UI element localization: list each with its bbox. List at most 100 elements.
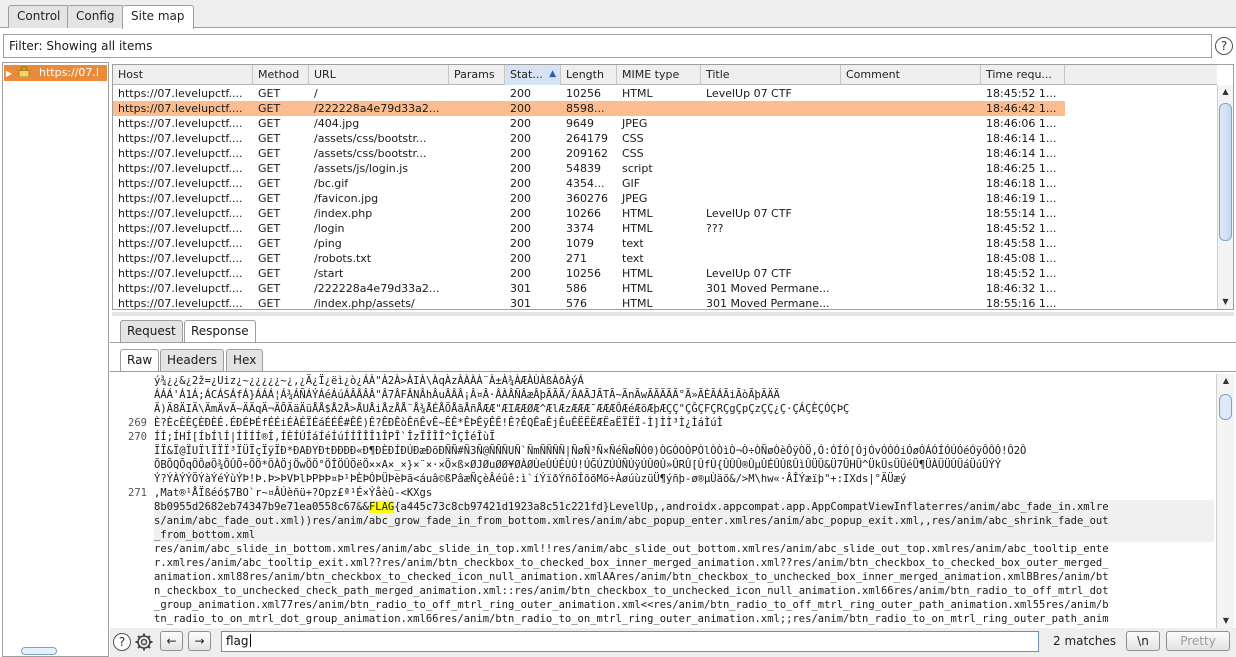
tab-config[interactable]: Config <box>67 5 124 28</box>
scrollbar-thumb[interactable] <box>1219 103 1232 241</box>
cell-mime-type: script <box>622 162 653 175</box>
cell-length: 271 <box>566 252 587 265</box>
table-row[interactable]: https://07.levelupctf.... GET/assets/css/… <box>113 131 1065 146</box>
cell-params <box>449 116 505 131</box>
cell-title <box>701 131 841 146</box>
pane-splitter[interactable] <box>112 312 1234 316</box>
tab-headers[interactable]: Headers <box>160 349 224 371</box>
cell-title: 301 Moved Permane... <box>706 297 830 310</box>
column-header-status[interactable]: Stat... ▲ <box>505 65 561 85</box>
tab-hex[interactable]: Hex <box>226 349 264 371</box>
back-button[interactable]: ← <box>160 631 183 651</box>
response-raw-viewer[interactable]: 269 270 271 ý¾¿¿&¿2ž=¿Uiz¿~¿¿¿¿¿~¿,¿Ä¿Ï¿ëì… <box>110 374 1216 628</box>
cell-method: GET <box>258 162 281 175</box>
cell-status: 200 <box>510 207 531 220</box>
response-text: r.xmlres/anim/abc_tooltip_exit.xml??res/… <box>154 557 1109 569</box>
cell-length: 10256 <box>566 87 601 100</box>
table-row[interactable]: https://07.levelupctf.... GET/222228a4e79… <box>113 101 1065 116</box>
response-line: ý¾¿¿&¿2ž=¿Uiz¿~¿¿¿¿¿~¿,¿Ä¿Ï¿ëì¿ò¿ÁÀ"À2À>… <box>154 374 1214 388</box>
cell-host: https://07.levelupctf.... <box>118 162 243 175</box>
table-row[interactable]: https://07.levelupctf.... GET/index.php/a… <box>113 296 1065 310</box>
cell-time-requested: 18:45:52 1... <box>986 267 1057 280</box>
cell-mime-type: CSS <box>622 132 644 145</box>
table-row[interactable]: https://07.levelupctf.... GET/start 200 102… <box>113 266 1065 281</box>
table-vertical-scrollbar[interactable]: ▲ ▼ <box>1217 85 1233 309</box>
table-row[interactable]: https://07.levelupctf.... GET/222228a4e79… <box>113 281 1065 296</box>
expand-arrow-icon[interactable]: ▶ <box>4 66 14 81</box>
table-row[interactable]: https://07.levelupctf.... GET/index.php 20… <box>113 206 1065 221</box>
cell-method: GET <box>258 87 281 100</box>
scroll-up-icon[interactable]: ▲ <box>1218 374 1234 388</box>
table-row[interactable]: https://07.levelupctf.... GET/assets/js/l… <box>113 161 1065 176</box>
tree-item-host[interactable]: ▶ https://07.l <box>4 65 107 81</box>
response-vertical-scrollbar[interactable]: ▲ ▼ <box>1216 374 1234 628</box>
cell-status: 200 <box>510 237 531 250</box>
response-line: Ý?ÝÀÝÝÕÝàÝéÝùÝÞ!Þ.Þ>ÞVÞlÞPÞÞ¤Þ¹ÞÈÞÓÞÜÞèÞ… <box>154 472 1214 486</box>
response-line: r.xmlres/anim/abc_tooltip_exit.xml??res/… <box>154 556 1214 570</box>
scroll-down-icon[interactable]: ▼ <box>1218 295 1233 309</box>
help-icon[interactable]: ? <box>113 633 131 651</box>
cell-url: /robots.txt <box>314 252 372 265</box>
cell-host: https://07.levelupctf.... <box>118 177 243 190</box>
column-header-url[interactable]: URL <box>309 65 449 85</box>
column-header-mime-type[interactable]: MIME type <box>617 65 701 85</box>
column-header-time-requested[interactable]: Time requ... <box>981 65 1065 85</box>
cell-mime-type: JPEG <box>622 117 648 130</box>
tree-horizontal-scrollbar[interactable] <box>21 647 57 655</box>
response-text: ,Mat®¹ÅÏßéó$7BO`r~¤ÂÚèñü+?Opz£ª¹É×Ýåèû-<… <box>154 487 433 499</box>
cell-comment <box>841 266 981 281</box>
cell-time-requested: 18:46:14 1... <box>986 147 1057 160</box>
scroll-down-icon[interactable]: ▼ <box>1218 614 1234 628</box>
table-row[interactable]: https://07.levelupctf.... GET / 200 10256 HTM… <box>113 86 1065 101</box>
cell-method: GET <box>258 222 281 235</box>
table-row[interactable]: https://07.levelupctf.... GET/bc.gif 200 43… <box>113 176 1065 191</box>
scroll-up-icon[interactable]: ▲ <box>1218 85 1233 99</box>
tab-control[interactable]: Control <box>8 5 70 28</box>
pretty-button[interactable]: Pretty <box>1166 631 1230 651</box>
table-row[interactable]: https://07.levelupctf.... GET/404.jpg 200 9… <box>113 116 1065 131</box>
cell-comment <box>841 116 981 131</box>
cell-time-requested: 18:46:42 1... <box>986 102 1057 115</box>
response-line: n_checkbox_to_unchecked_check_path_merge… <box>154 584 1214 598</box>
tab-request[interactable]: Request <box>120 320 183 342</box>
tab-response[interactable]: Response <box>184 320 256 342</box>
cell-url: /assets/css/bootstr... <box>314 132 427 145</box>
cell-comment <box>841 176 981 191</box>
scrollbar-thumb[interactable] <box>1219 394 1232 420</box>
cell-time-requested: 18:46:25 1... <box>986 162 1057 175</box>
newline-toggle-button[interactable]: \n <box>1126 631 1160 651</box>
cell-comment <box>841 281 981 296</box>
table-row[interactable]: https://07.levelupctf.... GET/robots.txt 2… <box>113 251 1065 266</box>
response-text: _group_animation.xml77res/anim/btn_radio… <box>154 599 1109 611</box>
table-row[interactable]: https://07.levelupctf.... GET/favicon.jpg… <box>113 191 1065 206</box>
cell-comment <box>841 146 981 161</box>
column-header-host[interactable]: Host <box>113 65 253 85</box>
tab-site-map[interactable]: Site map <box>122 5 194 29</box>
cell-method: GET <box>258 102 281 115</box>
tab-raw[interactable]: Raw <box>120 349 160 371</box>
table-row[interactable]: https://07.levelupctf.... GET/assets/css/… <box>113 146 1065 161</box>
table-header: Host Method URL Params Stat... ▲ Length … <box>113 65 1217 85</box>
cell-params <box>449 296 505 309</box>
search-input-value: flag <box>226 634 249 648</box>
column-header-title[interactable]: Title <box>701 65 841 85</box>
cell-length: 8598... <box>566 102 605 115</box>
search-input[interactable]: flag <box>221 631 1039 652</box>
table-row[interactable]: https://07.levelupctf.... GET/ping 200 1079… <box>113 236 1065 251</box>
column-header-length[interactable]: Length <box>561 65 617 85</box>
column-header-method[interactable]: Method <box>253 65 309 85</box>
column-header-comment[interactable]: Comment <box>841 65 981 85</box>
cell-title <box>701 191 841 206</box>
help-icon[interactable]: ? <box>1215 37 1233 55</box>
line-number: 270 <box>128 431 147 443</box>
filter-bar[interactable]: Filter: Showing all items <box>3 34 1212 58</box>
cell-time-requested: 18:45:58 1... <box>986 237 1057 250</box>
response-line: Ä)Ä8ÄIÄ\ÄmÄvÄ~ÄÄqÄ¬ÄÕÄäÄüÅÅ$Å2Å>ÅUÅiÅzÅÅ… <box>154 402 1214 416</box>
response-line: ,Mat®¹ÅÏßéó$7BO`r~¤ÂÚèñü+?Opz£ª¹É×Ýåèû-<… <box>154 486 1214 500</box>
forward-button[interactable]: → <box>188 631 211 651</box>
gear-icon[interactable] <box>134 632 154 652</box>
cell-method: GET <box>258 252 281 265</box>
cell-length: 10256 <box>566 267 601 280</box>
column-header-params[interactable]: Params <box>449 65 505 85</box>
table-row[interactable]: https://07.levelupctf.... GET/login 200 337… <box>113 221 1065 236</box>
